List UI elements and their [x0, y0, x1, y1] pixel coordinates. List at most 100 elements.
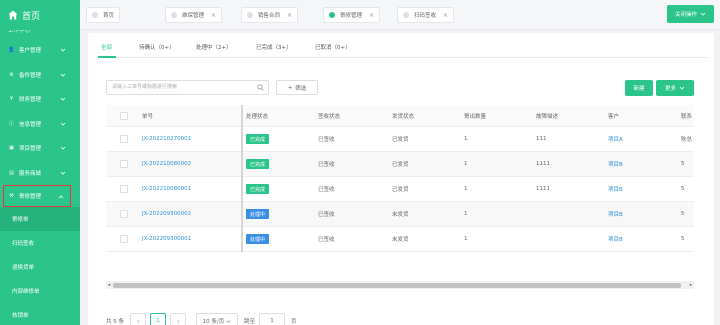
sidebar-cut-item[interactable]: 工作中心 — [0, 30, 80, 38]
sidebar-subitem-label: 核销单 — [12, 313, 29, 319]
select-all-checkbox[interactable] — [120, 105, 128, 126]
page-tab[interactable]: 首页 — [86, 7, 121, 23]
sidebar-item[interactable]: ¥ 财务管理 — [0, 87, 80, 112]
sidebar-item-label: 寄修管理 — [19, 194, 42, 200]
sidebar-item[interactable]: ⚒ 寄修管理 — [3, 185, 71, 207]
row-checkbox[interactable] — [120, 160, 128, 168]
row-checkbox-cell — [120, 152, 128, 176]
sidebar-subitem[interactable]: 内部维修单 — [0, 279, 80, 303]
page-tab[interactable]: 扫码签收 × — [397, 7, 455, 23]
sidebar-submenu: 寄修单扫码签收退换货单 内部维修单核销单 — [0, 207, 80, 325]
close-icon[interactable]: × — [287, 12, 292, 19]
chevron-down-icon — [60, 48, 66, 52]
scroll-right-icon[interactable]: ▸ — [688, 281, 694, 289]
column-header: 处理状态 — [246, 113, 269, 120]
checkbox[interactable] — [120, 111, 128, 120]
qty-cell: 1 — [464, 236, 468, 242]
page-tab-label: 首页 — [103, 13, 115, 19]
sidebar-subitem[interactable]: 退换货单 — [0, 255, 80, 279]
status-tab[interactable]: 已完成（3+） — [256, 43, 292, 51]
home-link[interactable]: 首页 — [0, 0, 80, 30]
order-number-link[interactable]: JX-202209300001 — [142, 227, 191, 251]
page-tab[interactable]: 寄修管理 × — [323, 7, 381, 23]
sidebar-subitem[interactable]: 扫码签收 — [0, 231, 80, 255]
page-tab-label: 销售合同 — [258, 13, 281, 19]
row-checkbox[interactable] — [120, 210, 128, 218]
status-cell: 已完成 — [246, 177, 270, 201]
more-button[interactable]: 更多 — [656, 80, 694, 96]
status-badge: 处理中 — [246, 234, 270, 244]
page-tab-label: 扫码签收 — [414, 13, 437, 19]
page-number: 1 — [156, 318, 160, 324]
page-size-select[interactable]: 10 条/页 — [196, 313, 238, 325]
customer-link[interactable]: 项目B — [608, 202, 623, 226]
goto-label: 跳至 — [244, 319, 256, 325]
scrollbar-thumb[interactable] — [113, 282, 681, 288]
close-operations-button[interactable]: 关闭操作 — [667, 5, 714, 23]
top-tab-bar: 首页 维保管理 × 销售合同 × 寄修管理 × 扫码签收 × 关闭操作 — [80, 0, 720, 30]
work-order-table: 单号 处理状态 签收状态 发货状态 寄出数量 故障描述 客户 联系 JX-20221027000… — [106, 105, 694, 287]
status-tab[interactable]: 已取消（0+） — [315, 43, 351, 51]
goto-page-input[interactable]: 1 — [259, 313, 286, 325]
status-badge: 已完成 — [246, 134, 270, 144]
new-button[interactable]: 新建 — [625, 80, 653, 96]
sidebar-item[interactable]: ▤ 服务商城 — [0, 161, 80, 186]
search-input[interactable]: 请输入工单号或标题进行搜索 — [106, 80, 269, 95]
order-number-link[interactable]: JX-202209300002 — [142, 202, 191, 226]
customer-link[interactable]: 项目B — [608, 152, 623, 176]
next-page-button[interactable] — [170, 313, 186, 325]
close-icon[interactable]: × — [443, 12, 448, 19]
table-row[interactable]: JX-202210080002 已完成 已签收 已发货 1 1111 项目B 5 — [106, 152, 694, 177]
prev-page-button[interactable] — [130, 313, 146, 325]
pagination: 共 5 条 1 10 条/页 跳至 1 页 — [106, 313, 297, 325]
search-placeholder: 请输入工单号或标题进行搜索 — [112, 84, 178, 90]
status-tab[interactable]: 待确认（0+） — [139, 43, 175, 51]
sidebar-item[interactable]: ▣ 项目管理 — [0, 136, 80, 161]
table-row[interactable]: JX-202210270001 已完成 已签收 已发货 1 111 项目A 陈总 — [106, 127, 694, 152]
row-checkbox[interactable] — [120, 185, 128, 193]
sidebar-subitem-label: 扫码签收 — [12, 241, 35, 247]
horizontal-scrollbar[interactable]: ◂ ▸ — [106, 281, 694, 289]
row-checkbox[interactable] — [120, 135, 128, 143]
search-icon[interactable] — [257, 84, 264, 91]
table-row[interactable]: JX-202209300001 处理中 已签收 未发货 1 项目B 5 — [106, 227, 694, 252]
status-badge: 已完成 — [246, 159, 270, 169]
tab-dot-icon — [403, 12, 409, 18]
row-checkbox[interactable] — [120, 235, 128, 243]
customer-link[interactable]: 项目A — [608, 127, 623, 151]
chevron-down-icon — [60, 97, 66, 101]
column-header: 寄出数量 — [464, 113, 487, 120]
tab-dot-icon — [171, 12, 177, 18]
sidebar-item-label: 客户管理 — [19, 48, 42, 55]
chevron-left-icon — [136, 319, 140, 323]
qty-cell: 1 — [464, 211, 468, 217]
table-row[interactable]: JX-202209300002 处理中 已签收 未发货 1 项目B 5 — [106, 202, 694, 227]
sidebar-item[interactable]: ⚙ 备件管理 — [0, 63, 80, 88]
status-tab[interactable]: 全部 — [101, 43, 112, 51]
column-header: 单号 — [142, 113, 154, 120]
page-tab[interactable]: 维保管理 × — [165, 7, 223, 23]
order-number-link[interactable]: JX-202210270001 — [142, 127, 191, 151]
customer-link[interactable]: 项目B — [608, 227, 623, 251]
chevron-right-icon — [176, 319, 180, 323]
filter-button[interactable]: + 筛选 — [276, 80, 318, 95]
new-label: 新建 — [633, 86, 645, 92]
page-button-current[interactable]: 1 — [150, 313, 166, 325]
row-checkbox-cell — [120, 177, 128, 201]
sign-cell: 已签收 — [318, 212, 335, 218]
order-number-link[interactable]: JX-202210080001 — [142, 177, 191, 201]
sidebar-item[interactable]: ⓘ 信息管理 — [0, 112, 80, 137]
scroll-left-icon[interactable]: ◂ — [106, 281, 112, 289]
order-number-link[interactable]: JX-202210080002 — [142, 152, 191, 176]
status-tab[interactable]: 处理中（2+） — [196, 43, 232, 51]
close-icon[interactable]: × — [369, 12, 374, 19]
sidebar-subitem[interactable]: 寄修单 — [0, 207, 80, 231]
shop-icon: ▤ — [9, 169, 14, 176]
table-row[interactable]: JX-202210080001 已完成 已签收 已发货 1 1111 项目B 5 — [106, 177, 694, 202]
sidebar-subitem[interactable]: 核销单 — [0, 303, 80, 325]
sidebar-item[interactable]: 👤 客户管理 — [0, 38, 80, 63]
page-tab[interactable]: 销售合同 × — [241, 7, 299, 23]
chevron-down-icon — [60, 122, 66, 126]
customer-link[interactable]: 项目B — [608, 177, 623, 201]
close-icon[interactable]: × — [211, 12, 216, 19]
